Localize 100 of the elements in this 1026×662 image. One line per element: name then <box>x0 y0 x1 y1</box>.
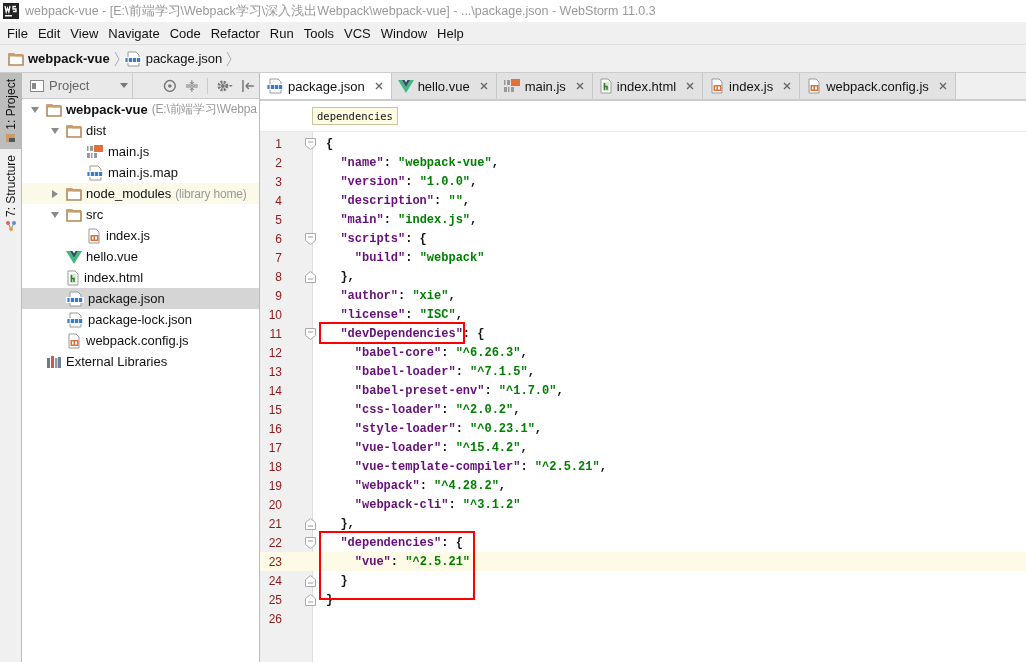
tool-window-button[interactable]: 1: Project <box>0 73 21 149</box>
json-file-icon <box>66 290 84 307</box>
js-file-icon <box>86 227 102 244</box>
tree-item-label: webpack.config.js <box>86 333 189 348</box>
editor-tab[interactable]: package.json <box>260 73 392 99</box>
expanded-arrow-icon[interactable] <box>50 209 60 220</box>
tree-item-label: main.js <box>108 144 150 159</box>
code-line: "build": "webpack" <box>353 250 485 265</box>
settings-icon[interactable] <box>215 78 234 93</box>
line-number: 13 <box>267 364 282 379</box>
menu-item[interactable]: File <box>2 25 33 41</box>
path-hint: (E:\前端学习\Webpa <box>151 101 257 118</box>
line-number: 26 <box>267 611 282 626</box>
editor-tab[interactable]: webpack.config.js <box>800 73 956 99</box>
fold-icon[interactable] <box>304 137 316 150</box>
close-icon[interactable] <box>783 82 792 90</box>
menu-item[interactable]: Refactor <box>205 25 265 41</box>
tree-item[interactable]: webpack.config.js <box>22 330 259 351</box>
json-file-icon <box>123 50 142 67</box>
line-number: 24 <box>267 573 282 588</box>
expanded-arrow-icon[interactable] <box>30 104 40 115</box>
line-number: 12 <box>267 345 282 360</box>
menu-item[interactable]: Edit <box>32 25 66 41</box>
menu-item[interactable]: VCS <box>339 25 376 41</box>
line-number: 15 <box>267 402 282 417</box>
tree-item[interactable]: main.js.map <box>22 162 259 183</box>
tree-item-label: hello.vue <box>86 249 139 264</box>
code-line: "babel-preset-env": "^1.7.0", <box>353 383 564 398</box>
chevron-icon <box>113 50 120 67</box>
json-file-icon <box>266 78 284 94</box>
menu-item[interactable]: Window <box>375 25 433 41</box>
tree-item-label: package-lock.json <box>88 312 193 327</box>
editor-tab[interactable]: main.js <box>496 73 593 99</box>
editor-tab[interactable]: index.js <box>703 73 801 99</box>
tool-window-button[interactable]: 7: Structure <box>0 148 21 238</box>
close-icon[interactable] <box>374 82 383 90</box>
close-icon[interactable] <box>575 82 584 90</box>
v-logo-icon <box>397 79 414 93</box>
code-line: "vue": "^2.5.21" <box>353 554 471 569</box>
close-icon[interactable] <box>479 82 488 90</box>
tree-item[interactable]: index.js <box>22 225 259 246</box>
fold-end-icon[interactable] <box>304 593 316 606</box>
expanded-arrow-icon[interactable] <box>50 125 60 136</box>
view-dropdown[interactable]: Project <box>26 73 134 98</box>
tree-item-label: src <box>86 207 104 222</box>
breadcrumb-chip[interactable]: dependencies <box>312 107 398 125</box>
tree-item-label: main.js.map <box>108 165 179 180</box>
path-hint: (library home) <box>175 186 247 201</box>
editor-tab[interactable]: index.html <box>592 73 704 99</box>
fold-end-icon[interactable] <box>304 574 316 587</box>
line-number: 21 <box>267 516 282 531</box>
code-line: "dependencies": { <box>339 535 463 550</box>
breadcrumb-item[interactable]: webpack-vue <box>8 51 110 66</box>
code-line: "babel-loader": "^7.1.5", <box>353 364 535 379</box>
tree-item[interactable]: package.json <box>22 288 259 309</box>
tree-item[interactable]: src <box>22 204 259 225</box>
tree-item-label: node_modules <box>86 186 172 201</box>
chevron-icon <box>226 50 233 67</box>
tree-item[interactable]: package-lock.json <box>22 309 259 330</box>
folder-icon <box>66 123 82 138</box>
tree-item[interactable]: index.html <box>22 267 259 288</box>
line-number: 14 <box>267 383 282 398</box>
tree-item[interactable]: External Libraries <box>22 351 259 372</box>
close-icon[interactable] <box>938 82 947 90</box>
tree-item-label: index.html <box>84 270 144 285</box>
breadcrumb-item[interactable]: package.json <box>123 50 223 67</box>
collapsed-arrow-icon[interactable] <box>50 188 60 199</box>
json-file-icon <box>86 164 104 181</box>
code-line: }, <box>339 516 355 531</box>
menu-item[interactable]: Help <box>432 25 469 41</box>
code-line: "babel-core": "^6.26.3", <box>353 345 528 360</box>
fold-icon[interactable] <box>304 327 316 340</box>
line-number: 6 <box>274 231 282 246</box>
code-line: "devDependencies": { <box>339 326 485 341</box>
folder-icon <box>8 51 24 66</box>
tree-item[interactable]: dist <box>22 120 259 141</box>
fold-end-icon[interactable] <box>304 270 316 283</box>
fold-end-icon[interactable] <box>304 517 316 530</box>
menu-item[interactable]: Navigate <box>103 25 165 41</box>
editor-tab[interactable]: hello.vue <box>391 73 497 99</box>
code-line: "main": "index.js", <box>339 212 478 227</box>
collapse-all-icon[interactable] <box>184 78 199 93</box>
fold-icon[interactable] <box>304 232 316 245</box>
hide-panel-icon[interactable] <box>241 78 255 93</box>
code-line: "author": "xie", <box>339 288 456 303</box>
menu-item[interactable]: Tools <box>298 25 340 41</box>
line-number: 19 <box>267 478 282 493</box>
code-line: "vue-template-compiler": "^2.5.21", <box>353 459 607 474</box>
menu-item[interactable]: Run <box>264 25 299 41</box>
structure-icon <box>4 219 17 232</box>
menu-item[interactable]: View <box>65 25 104 41</box>
tree-item[interactable]: hello.vue <box>22 246 259 267</box>
tree-item[interactable]: webpack-vue (E:\前端学习\Webpa <box>22 99 259 120</box>
close-icon[interactable] <box>686 82 695 90</box>
target-icon[interactable] <box>163 78 177 93</box>
fold-icon[interactable] <box>304 536 316 549</box>
code-line: "version": "1.0.0", <box>339 174 478 189</box>
tree-item[interactable]: main.js <box>22 141 259 162</box>
menu-item[interactable]: Code <box>164 25 206 41</box>
tree-item[interactable]: node_modules (library home) <box>22 183 259 204</box>
